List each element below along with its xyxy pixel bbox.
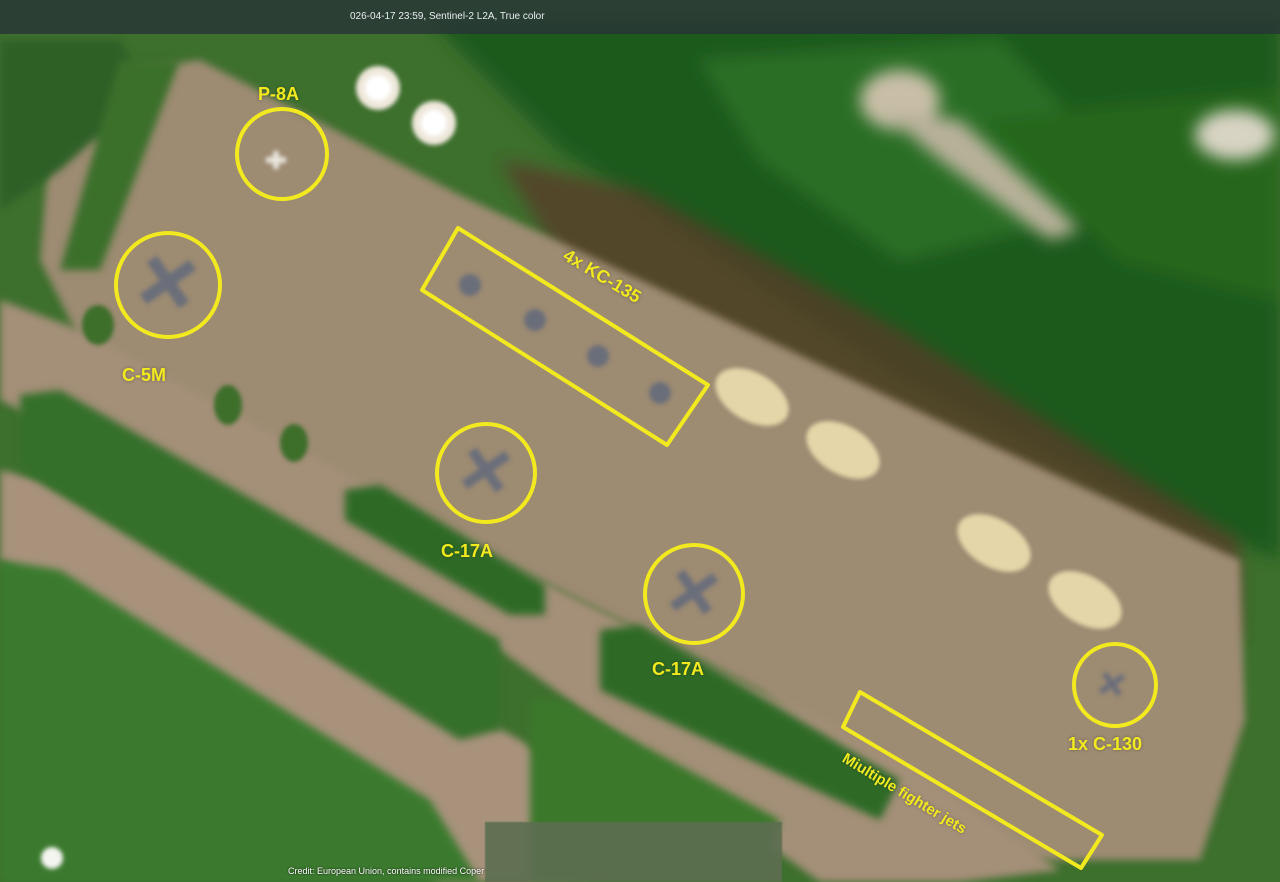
label-c5m: C-5M [122,365,166,385]
label-c17a-1: C-17A [441,541,494,561]
satellite-image: 026-04-17 23:59, Sentinel-2 L2A, True co… [0,0,1280,882]
label-p8a: P-8A [258,84,300,104]
top-caption-bar: 026-04-17 23:59, Sentinel-2 L2A, True co… [0,0,1280,34]
label-c17a-2: C-17A [652,659,705,679]
image-credit: Credit: European Union, contains modifie… [288,866,485,876]
redacted-region [485,822,782,882]
image-caption: 026-04-17 23:59, Sentinel-2 L2A, True co… [350,11,545,22]
label-c130: 1x C-130 [1068,734,1143,754]
